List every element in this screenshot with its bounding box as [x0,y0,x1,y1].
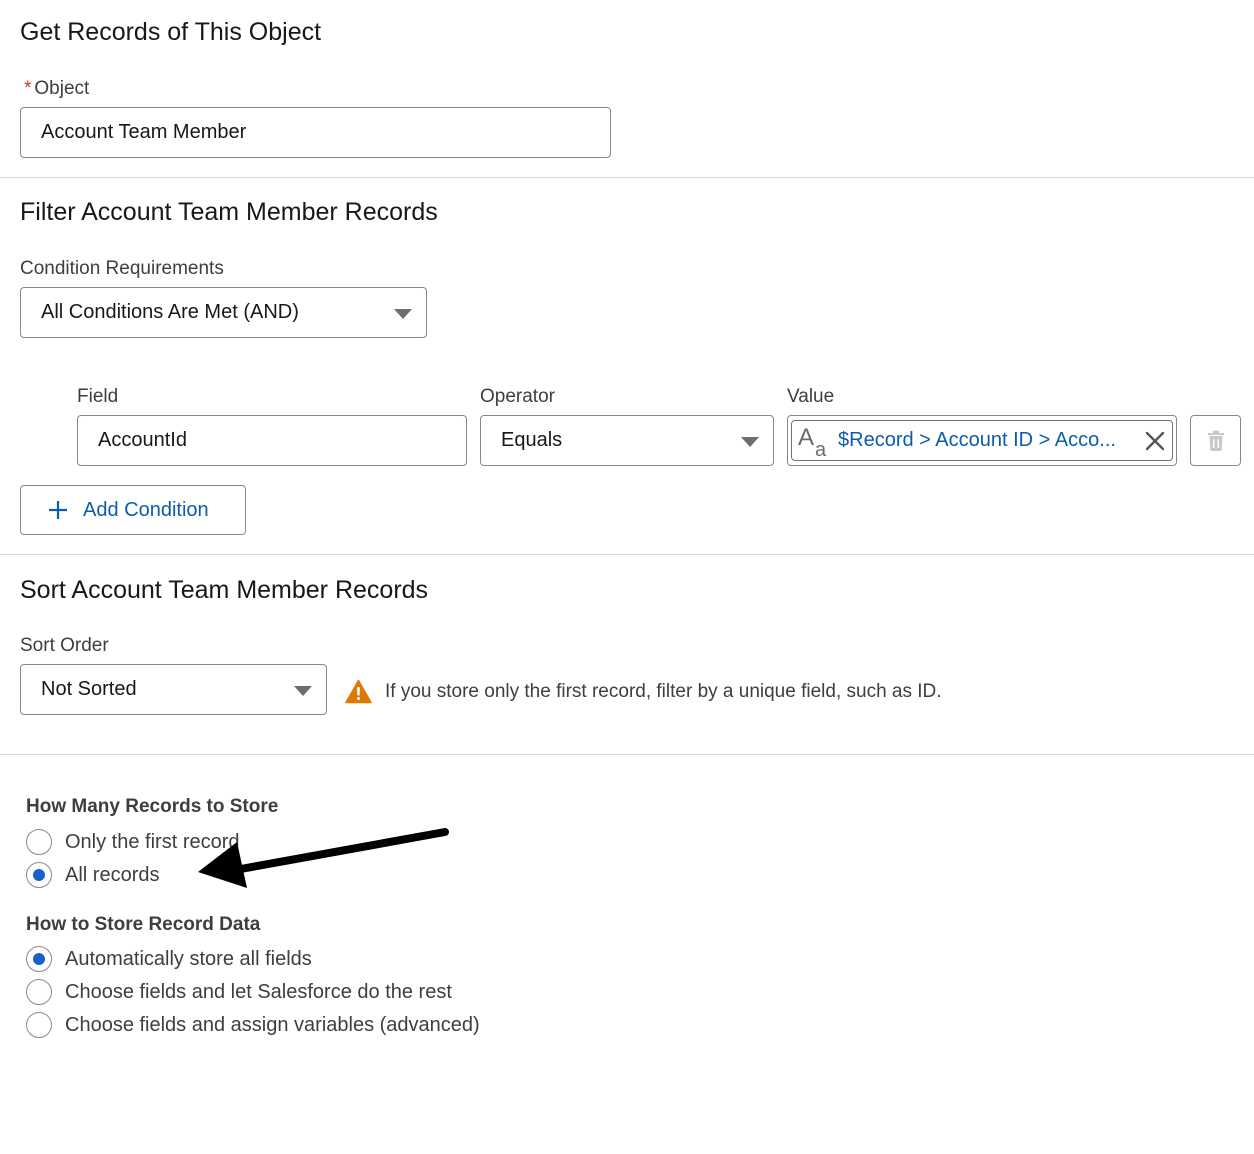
object-label: Object [34,78,90,99]
operator-label: Operator [480,386,555,407]
how-to-store-label: How to Store Record Data [26,914,261,935]
section-divider [0,554,1254,555]
radio-button[interactable] [26,979,52,1005]
delete-condition-button[interactable] [1190,415,1241,466]
object-input[interactable]: Account Team Member [20,107,611,158]
chevron-down-icon [741,436,759,447]
chevron-down-icon [394,308,412,319]
condition-field-value: AccountId [98,429,187,451]
warning-icon [345,679,372,704]
radio-label: Automatically store all fields [65,947,312,970]
condition-operator-select[interactable]: Equals [480,415,774,466]
radio-label: Choose fields and assign variables (adva… [65,1013,480,1036]
required-mark: * [24,78,32,99]
filter-title: Filter Account Team Member Records [20,198,438,226]
object-input-value: Account Team Member [41,121,247,143]
sort-title: Sort Account Team Member Records [20,576,429,604]
svg-text:A: A [798,424,814,451]
radio-option-choose-fields[interactable]: Choose fields and let Salesforce do the … [26,977,452,1007]
value-label: Value [787,386,835,407]
condition-field-input[interactable]: AccountId [77,415,467,466]
field-label: Field [77,386,119,407]
warning-text: If you store only the first record, filt… [385,680,942,702]
condition-operator-value: Equals [501,429,563,451]
radio-button[interactable] [26,829,52,855]
chevron-down-icon [294,685,312,696]
how-many-records-label: How Many Records to Store [26,796,279,817]
condition-requirements-select[interactable]: All Conditions Are Met (AND) [20,287,427,338]
sort-warning: If you store only the first record, filt… [345,679,942,704]
radio-option-all-records[interactable]: All records [26,860,159,890]
add-condition-button[interactable]: Add Condition [20,485,246,535]
add-condition-label: Add Condition [83,498,209,521]
plus-icon [47,499,69,521]
condition-requirements-value: All Conditions Are Met (AND) [41,301,299,323]
radio-option-assign-variables[interactable]: Choose fields and assign variables (adva… [26,1010,480,1040]
radio-label: All records [65,863,160,886]
svg-text:a: a [815,439,827,459]
section-divider [0,177,1254,178]
condition-requirements-label: Condition Requirements [20,258,224,279]
trash-icon [1206,430,1226,452]
get-records-title: Get Records of This Object [20,18,322,46]
value-pill: A a $Record > Account ID > Acco... [791,420,1173,461]
radio-button-checked[interactable] [26,862,52,888]
sort-order-label: Sort Order [20,635,109,656]
object-label-wrap: * Object [24,78,89,100]
condition-value-input[interactable]: A a $Record > Account ID > Acco... [787,415,1177,466]
radio-option-auto-store[interactable]: Automatically store all fields [26,944,312,974]
annotation-arrow-icon [198,828,449,888]
value-pill-text: $Record > Account ID > Acco... [838,429,1116,451]
close-icon[interactable] [1144,430,1166,452]
sort-order-select[interactable]: Not Sorted [20,664,327,715]
radio-button[interactable] [26,1012,52,1038]
text-type-icon: A a [796,423,832,461]
radio-label: Choose fields and let Salesforce do the … [65,980,452,1003]
section-divider [0,754,1254,755]
sort-order-value: Not Sorted [41,678,137,700]
radio-button-checked[interactable] [26,946,52,972]
